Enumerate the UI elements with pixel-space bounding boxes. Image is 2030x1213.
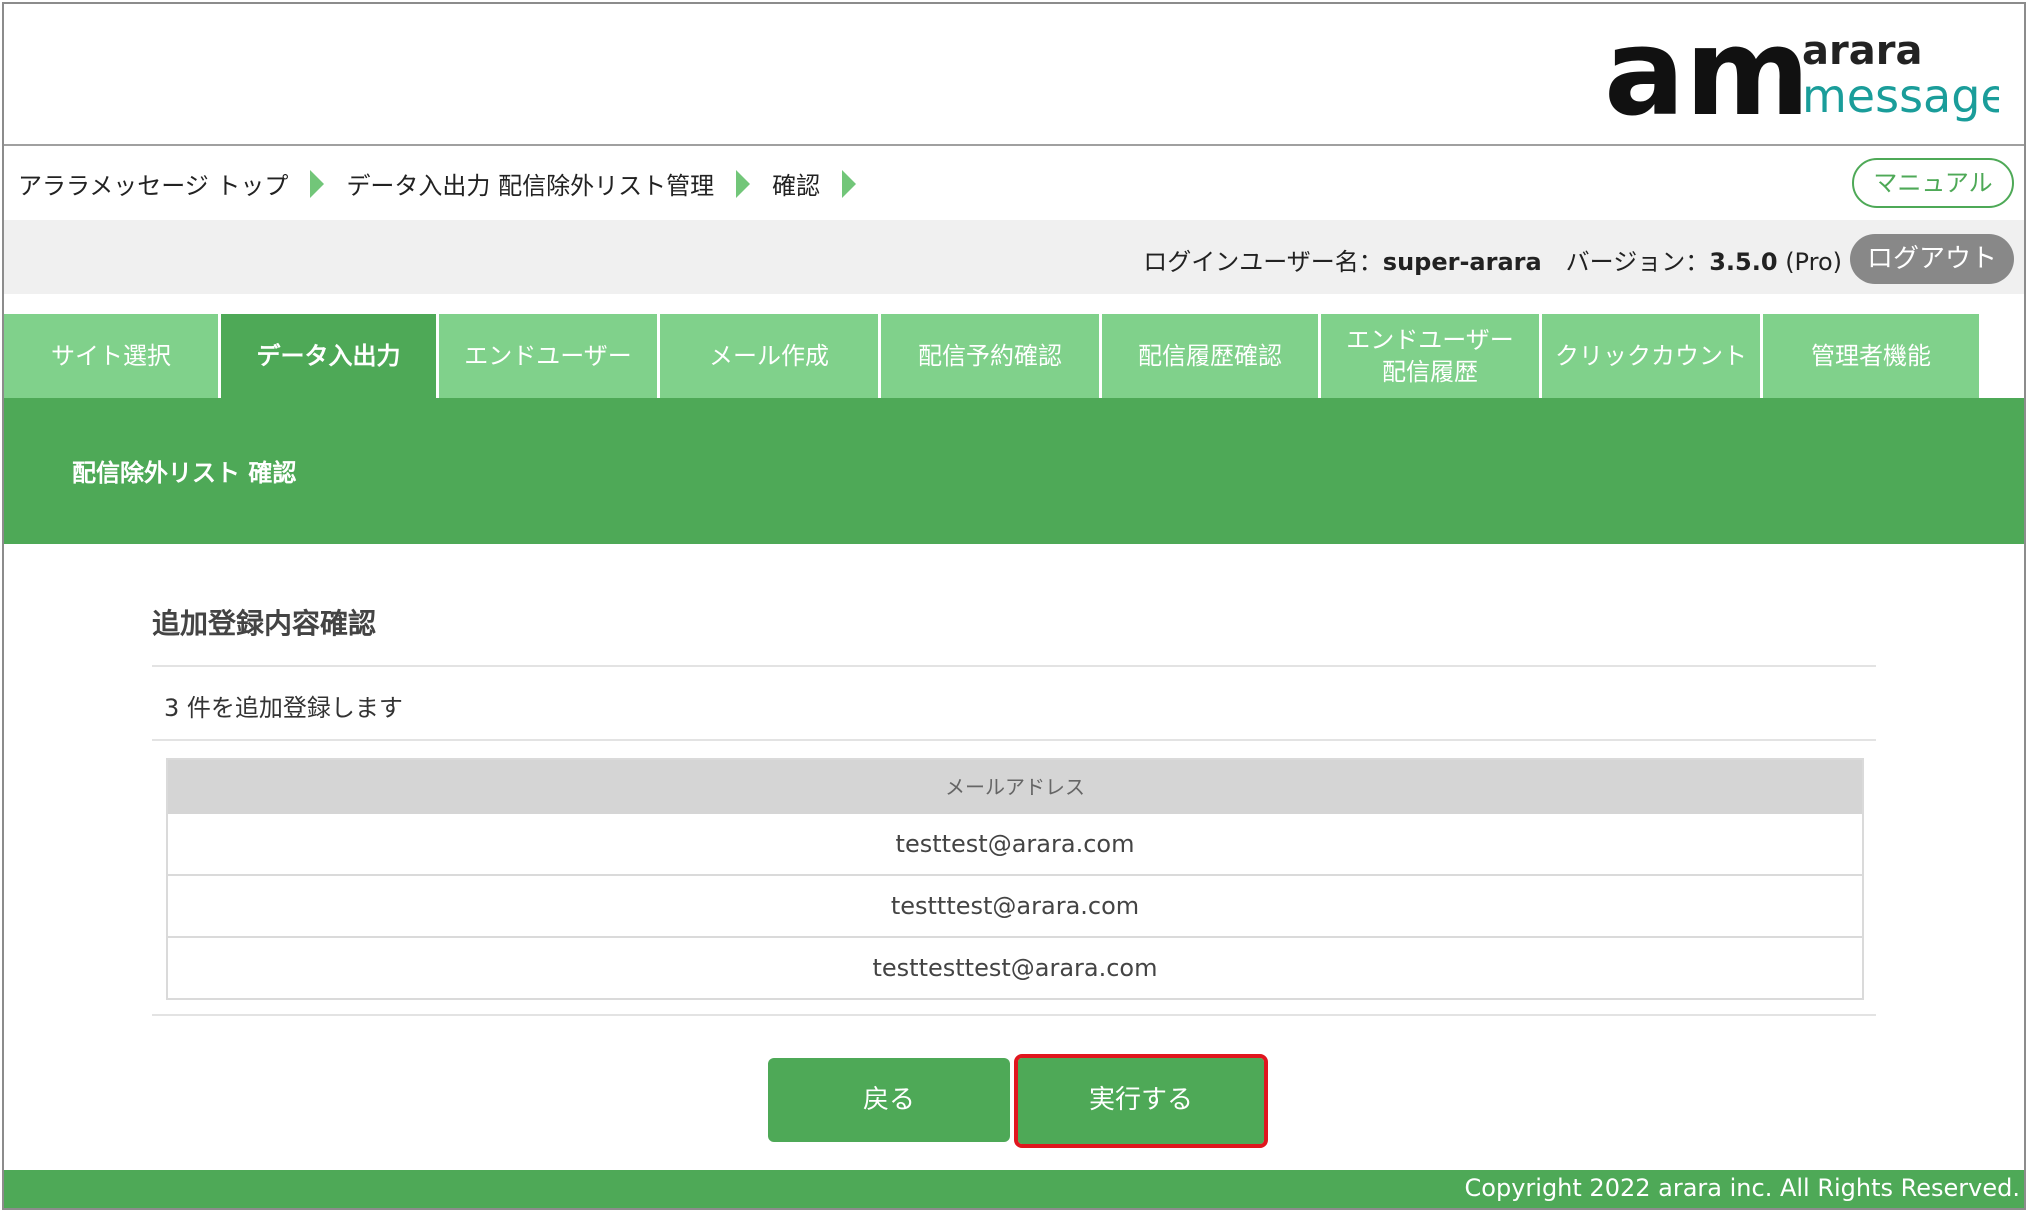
manual-button[interactable]: マニュアル — [1852, 158, 2014, 208]
breadcrumb-top[interactable]: アララメッセージ トップ — [18, 166, 288, 201]
tab-data-io[interactable]: データ入出力 — [221, 314, 436, 398]
copyright-text: Copyright 2022 arara inc. All Rights Res… — [1464, 1174, 2020, 1202]
breadcrumb-arrow-icon — [736, 169, 751, 198]
section-title: 追加登録内容確認 — [152, 607, 377, 640]
divider — [152, 665, 1876, 667]
breadcrumb-bar: アララメッセージ トップ データ入出力 配信除外リスト管理 確認 マニュアル — [4, 146, 2024, 220]
email-table: メールアドレス testtest@arara.com testttest@ara… — [166, 758, 1864, 1000]
divider — [152, 1014, 1876, 1016]
tab-mail-create[interactable]: メール作成 — [660, 314, 878, 398]
breadcrumb-arrow-icon — [310, 169, 325, 198]
tab-click-count[interactable]: クリックカウント — [1542, 314, 1760, 398]
tab-delivery-history[interactable]: 配信履歴確認 — [1102, 314, 1318, 398]
page-title-band: 配信除外リスト 確認 — [4, 398, 2024, 544]
breadcrumb-confirm: 確認 — [772, 172, 821, 200]
tab-delivery-reservation[interactable]: 配信予約確認 — [881, 314, 1099, 398]
back-button[interactable]: 戻る — [768, 1058, 1010, 1142]
execute-button[interactable]: 実行する — [1014, 1054, 1268, 1148]
count-message: 3 件を追加登録します — [164, 694, 403, 722]
tab-admin[interactable]: 管理者機能 — [1763, 314, 1979, 398]
breadcrumb-data-io[interactable]: データ入出力 配信除外リスト管理 — [346, 166, 714, 201]
version-number: 3.5.0 — [1709, 248, 1778, 276]
version-label: バージョン： — [1565, 248, 1710, 276]
breadcrumb-arrow-icon — [842, 169, 857, 198]
header: am arara message — [4, 4, 2024, 146]
table-row: testtesttest@arara.com — [168, 936, 1862, 998]
tab-end-user[interactable]: エンドユーザー — [439, 314, 657, 398]
user-label: ログインユーザー名： — [1143, 248, 1383, 276]
breadcrumb: アララメッセージ トップ データ入出力 配信除外リスト管理 確認 — [18, 166, 878, 201]
user-info: ログインユーザー名：super-arara バージョン：3.5.0 (Pro) — [1143, 242, 1842, 277]
app-window: am arara message アララメッセージ トップ データ入出力 配信除… — [2, 2, 2026, 1210]
table-row: testttest@arara.com — [168, 874, 1862, 936]
logout-button[interactable]: ログアウト — [1850, 234, 2014, 284]
logo-mark: am — [1604, 26, 1810, 131]
edition-label: (Pro) — [1785, 248, 1842, 276]
table-header-email: メールアドレス — [168, 760, 1862, 814]
main-nav-tabs: サイト選択 データ入出力 エンドユーザー メール作成 配信予約確認 配信履歴確認… — [4, 314, 1982, 398]
divider — [152, 739, 1876, 741]
page-title: 配信除外リスト 確認 — [72, 459, 297, 487]
footer: Copyright 2022 arara inc. All Rights Res… — [4, 1170, 2024, 1208]
tab-site-select[interactable]: サイト選択 — [4, 314, 218, 398]
arara-message-logo[interactable]: am arara message — [1604, 4, 2009, 143]
user-bar: ログインユーザー名：super-arara バージョン：3.5.0 (Pro) ロ… — [4, 220, 2024, 294]
user-name: super-arara — [1382, 248, 1542, 276]
logo-line1: arara — [1802, 28, 1922, 74]
table-row: testtest@arara.com — [895, 830, 1135, 858]
logo-line2: message — [1802, 69, 1999, 123]
tab-end-user-history[interactable]: エンドユーザー 配信履歴 — [1321, 314, 1539, 398]
table-body: testtest@arara.com testttest@arara.com t… — [168, 814, 1862, 998]
